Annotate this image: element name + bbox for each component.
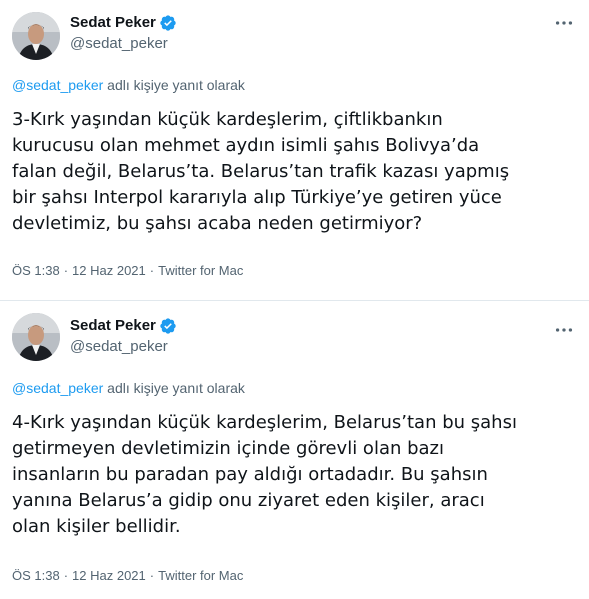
tweet-metadata: ÖS 1:38 · 12 Haz 2021 · Twitter for Mac xyxy=(12,567,243,585)
tweet-card: Sedat Peker @sedat_peker @sedat_peker ad… xyxy=(0,0,589,300)
tweet-text-line: 3-Kırk yaşından küçük kardeşlerim, çiftl… xyxy=(12,109,443,130)
profile-photo-icon xyxy=(12,12,60,60)
tweet-text-line: devletimiz, bu şahsı acaba neden getirmi… xyxy=(12,213,423,234)
reply-context-label: adlı kişiye yanıt olarak xyxy=(103,380,245,396)
display-name[interactable]: Sedat Peker xyxy=(70,13,156,33)
more-options-icon[interactable] xyxy=(553,12,575,34)
tweet-text-line: olan kişiler bellidir. xyxy=(12,516,181,537)
tweet-text-line: 4-Kırk yaşından küçük kardeşlerim, Belar… xyxy=(12,412,517,433)
reply-mention-link[interactable]: @sedat_peker xyxy=(12,380,103,396)
author-block: Sedat Peker @sedat_peker xyxy=(70,316,177,357)
tweet-metadata: ÖS 1:38 · 12 Haz 2021 · Twitter for Mac xyxy=(12,262,243,280)
author-block: Sedat Peker @sedat_peker xyxy=(70,13,177,54)
tweet-time-link[interactable]: ÖS 1:38 xyxy=(12,263,60,278)
display-name[interactable]: Sedat Peker xyxy=(70,316,156,336)
reply-context: @sedat_peker adlı kişiye yanıt olarak xyxy=(12,379,245,397)
tweet-source-link[interactable]: Twitter for Mac xyxy=(158,568,243,583)
reply-mention-link[interactable]: @sedat_peker xyxy=(12,77,103,93)
tweet-text-line: insanların bu paradan pay aldığı ortadad… xyxy=(12,464,488,485)
tweet-text-line: getirmeyen devletimizin içinde görevli o… xyxy=(12,438,445,459)
more-options-icon[interactable] xyxy=(553,319,575,341)
avatar[interactable] xyxy=(12,313,60,361)
reply-context-label: adlı kişiye yanıt olarak xyxy=(103,77,245,93)
meta-separator: · xyxy=(149,568,155,583)
reply-context: @sedat_peker adlı kişiye yanıt olarak xyxy=(12,76,245,94)
avatar[interactable] xyxy=(12,12,60,60)
meta-separator: · xyxy=(63,568,69,583)
handle[interactable]: @sedat_peker xyxy=(70,337,177,357)
tweet-text-line: yanına Belarus’a gidip onu ziyaret eden … xyxy=(12,490,485,511)
tweet-source-link[interactable]: Twitter for Mac xyxy=(158,263,243,278)
tweet-date-link[interactable]: 12 Haz 2021 xyxy=(72,568,146,583)
tweet-date-link[interactable]: 12 Haz 2021 xyxy=(72,263,146,278)
tweet-text-line: kurucusu olan mehmet aydın isimli şahıs … xyxy=(12,135,480,156)
verified-badge-icon xyxy=(160,318,176,334)
handle[interactable]: @sedat_peker xyxy=(70,34,177,54)
tweet-text: 4-Kırk yaşından küçük kardeşlerim, Belar… xyxy=(12,410,577,540)
tweet-time-link[interactable]: ÖS 1:38 xyxy=(12,568,60,583)
tweet-text: 3-Kırk yaşından küçük kardeşlerim, çiftl… xyxy=(12,107,577,237)
profile-photo-icon xyxy=(12,313,60,361)
verified-badge-icon xyxy=(160,15,176,31)
tweet-divider xyxy=(0,300,589,301)
meta-separator: · xyxy=(63,263,69,278)
tweet-text-line: falan değil, Belarus’ta. Belarus’tan tra… xyxy=(12,161,510,182)
tweet-text-line: bir şahsı Interpol kararıyla alıp Türkiy… xyxy=(12,187,502,208)
meta-separator: · xyxy=(149,263,155,278)
tweet-card: Sedat Peker @sedat_peker @sedat_peker ad… xyxy=(0,303,589,599)
